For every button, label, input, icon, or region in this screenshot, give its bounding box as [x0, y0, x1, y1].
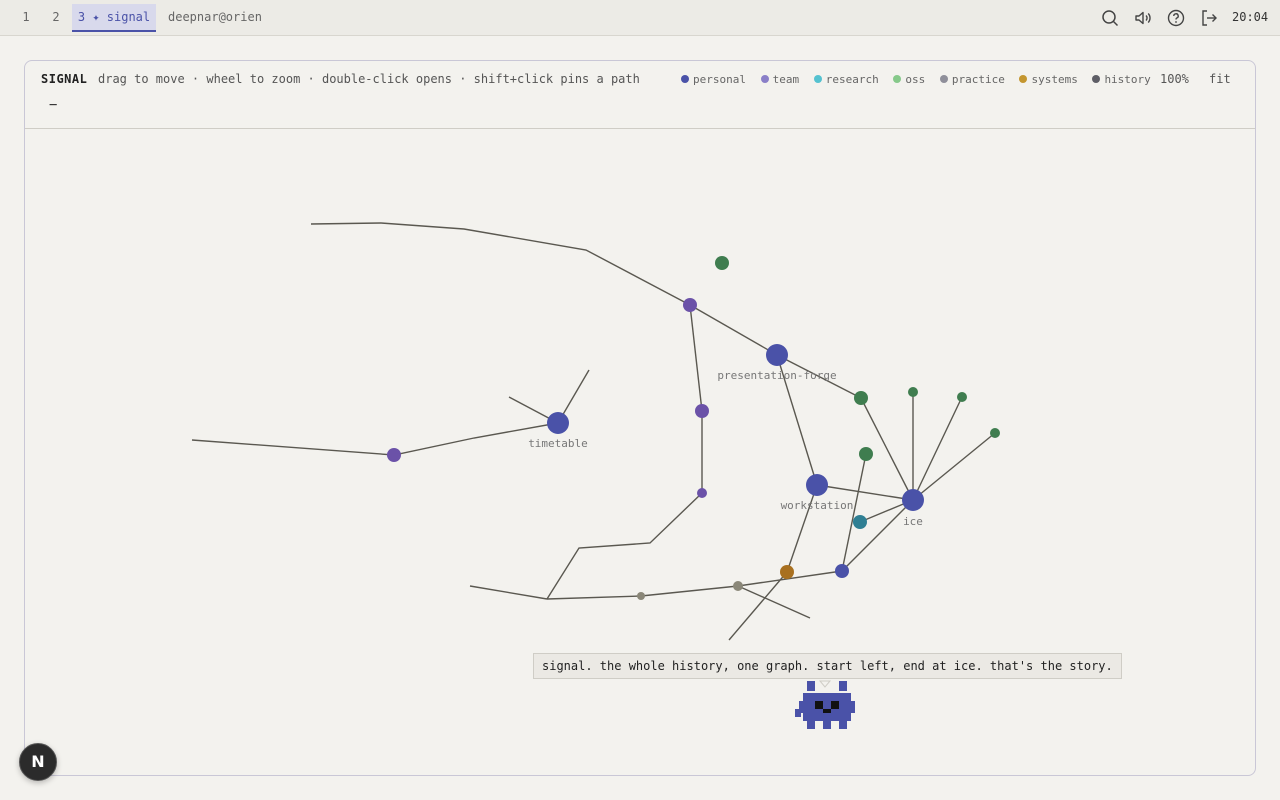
- edge-top-chain: [310, 222, 691, 306]
- edge: [912, 396, 963, 501]
- cat-mascot-icon[interactable]: [793, 679, 857, 731]
- clock: 20:04: [1232, 10, 1269, 24]
- graph-node-research[interactable]: [853, 515, 867, 529]
- edge: [737, 585, 811, 619]
- help-icon[interactable]: [1166, 8, 1186, 28]
- workspace-3-signal[interactable]: 3 ✦ signal: [72, 4, 156, 32]
- graph-node-oss[interactable]: [715, 256, 729, 270]
- graph-node-practice[interactable]: [637, 592, 645, 600]
- user-host: deepnar@orien: [168, 10, 262, 24]
- graph-node-practice[interactable]: [733, 581, 743, 591]
- nodes: [387, 256, 1000, 600]
- graph-node-team[interactable]: [683, 298, 697, 312]
- edge: [689, 304, 703, 412]
- logout-icon[interactable]: [1199, 8, 1219, 28]
- edge: [912, 432, 996, 501]
- edge-left-chain: [191, 422, 559, 456]
- volume-icon[interactable]: [1133, 8, 1153, 28]
- graph-node-oss[interactable]: [990, 428, 1000, 438]
- search-icon[interactable]: [1100, 8, 1120, 28]
- graph-node-systems[interactable]: [780, 565, 794, 579]
- edge: [546, 595, 642, 600]
- edge: [816, 484, 914, 501]
- graph-node-personal[interactable]: [835, 564, 849, 578]
- workspace-1[interactable]: 1: [14, 4, 38, 32]
- graph-node-team[interactable]: [387, 448, 401, 462]
- graph-node-oss[interactable]: [908, 387, 918, 397]
- graph-node-oss[interactable]: [859, 447, 873, 461]
- graph-node-workstation[interactable]: [806, 474, 828, 496]
- edge: [640, 585, 739, 597]
- edge: [841, 453, 867, 572]
- graph-node-timetable[interactable]: [547, 412, 569, 434]
- label-workstation: workstation: [781, 499, 854, 512]
- graph-node-oss[interactable]: [854, 391, 868, 405]
- top-bar: 1 2 3 ✦ signal deepnar@orien 20:04: [0, 0, 1280, 36]
- mascot-speech-bubble: signal. the whole history, one graph. st…: [533, 653, 1122, 679]
- edge-lower-chain: [546, 492, 703, 600]
- edges: [191, 222, 996, 641]
- edge: [469, 585, 548, 600]
- graph-node-presentation-forge[interactable]: [766, 344, 788, 366]
- workspace-2[interactable]: 2: [44, 4, 68, 32]
- graph-node-oss[interactable]: [957, 392, 967, 402]
- signal-panel: SIGNAL drag to move · wheel to zoom · do…: [24, 60, 1256, 776]
- label-timetable: timetable: [528, 437, 588, 450]
- label-presentation-forge: presentation-forge: [717, 369, 836, 382]
- graph-node-ice[interactable]: [902, 489, 924, 511]
- n-logo-button[interactable]: N: [19, 743, 57, 781]
- graph-node-team[interactable]: [697, 488, 707, 498]
- label-ice: ice: [903, 515, 923, 528]
- graph-node-team[interactable]: [695, 404, 709, 418]
- edge: [689, 304, 778, 356]
